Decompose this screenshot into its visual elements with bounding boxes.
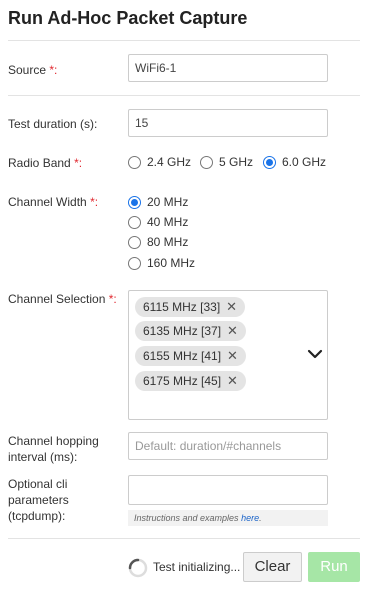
radio-option-label: 160 MHz [147, 256, 196, 270]
channel-chip: 6135 MHz [37] ✕ [135, 321, 246, 341]
hopping-label: Channel hopping interval (ms): [8, 434, 99, 464]
source-label: Source *: [8, 63, 58, 77]
radio-option-label: 2.4 GHz [147, 155, 192, 169]
close-icon[interactable]: ✕ [226, 297, 237, 317]
radio-button[interactable] [128, 235, 141, 249]
radio-band-option-2-4ghz[interactable]: 2.4 GHz [128, 155, 191, 169]
hopping-interval-field[interactable]: Default: duration/#channels [128, 432, 328, 460]
duration-field[interactable]: 15 [128, 109, 328, 137]
chip-label: 6135 MHz [37] [143, 324, 222, 338]
cli-label: Optional cli parameters (tcpdump): [8, 477, 69, 523]
radio-band-option-6ghz[interactable]: 6.0 GHz [263, 155, 326, 169]
channel-width-option-20[interactable]: 20 MHz [128, 195, 188, 209]
chip-label: 6115 MHz [33] [143, 300, 221, 314]
radio-button[interactable] [263, 155, 276, 169]
channel-chip: 6175 MHz [45] ✕ [135, 371, 246, 391]
status-text: Test initializing... [153, 560, 241, 574]
cli-parameters-field[interactable] [128, 475, 328, 505]
instructions-link[interactable]: here [241, 513, 259, 523]
radio-button[interactable] [128, 195, 141, 209]
channel-width-option-160[interactable]: 160 MHz [128, 256, 195, 270]
page-title: Run Ad-Hoc Packet Capture [8, 8, 248, 28]
close-icon[interactable]: ✕ [227, 321, 238, 341]
channel-width-option-80[interactable]: 80 MHz [128, 235, 188, 249]
close-icon[interactable]: ✕ [227, 346, 238, 366]
radio-option-label: 20 MHz [147, 195, 189, 209]
channel-width-label: Channel Width *: [8, 195, 99, 209]
source-field[interactable]: WiFi6-1 [128, 54, 328, 82]
radio-button[interactable] [128, 215, 141, 229]
clear-button[interactable]: Clear [243, 552, 302, 582]
chip-label: 6155 MHz [41] [143, 349, 222, 363]
close-icon[interactable]: ✕ [227, 371, 238, 391]
duration-label: Test duration (s): [8, 117, 98, 131]
radio-button[interactable] [200, 155, 213, 169]
cli-hint: Instructions and examples here. [128, 510, 328, 526]
channel-multiselect[interactable]: 6115 MHz [33] ✕ 6135 MHz [37] ✕ 6155 MHz… [128, 290, 328, 420]
radio-band-label: Radio Band *: [8, 156, 83, 170]
divider [8, 40, 360, 41]
channel-width-option-40[interactable]: 40 MHz [128, 215, 188, 229]
radio-button[interactable] [128, 155, 141, 169]
radio-option-label: 40 MHz [147, 215, 189, 229]
radio-button[interactable] [128, 256, 141, 270]
channel-selection-label: Channel Selection *: [8, 292, 117, 306]
spinner-icon [128, 558, 148, 578]
channel-chip: 6115 MHz [33] ✕ [135, 297, 246, 317]
radio-option-label: 80 MHz [147, 235, 189, 249]
radio-option-label: 5 GHz [219, 155, 254, 169]
radio-option-label: 6.0 GHz [282, 155, 327, 169]
divider [8, 95, 360, 96]
chevron-down-icon[interactable] [307, 349, 323, 359]
run-button[interactable]: Run [308, 552, 360, 582]
chip-label: 6175 MHz [45] [143, 374, 222, 388]
channel-chip: 6155 MHz [41] ✕ [135, 346, 246, 366]
divider [8, 538, 360, 539]
radio-band-option-5ghz[interactable]: 5 GHz [200, 155, 253, 169]
